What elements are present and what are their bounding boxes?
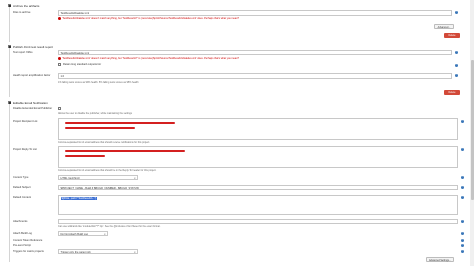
help-icon[interactable]: ? — [461, 244, 464, 247]
retain-output-checkbox[interactable] — [58, 63, 61, 66]
help-icon[interactable]: ? — [455, 74, 458, 77]
reply-to-label: Project Reply-To List — [13, 148, 37, 151]
help-icon[interactable]: ? — [461, 250, 464, 253]
help-icon[interactable]: ? — [461, 220, 464, 223]
help-icon[interactable]: ? — [455, 11, 458, 14]
default-subject-label: Default Subject — [13, 186, 31, 189]
attachments-input[interactable] — [58, 218, 458, 224]
pre-send-script-label: Pre-send Script — [13, 244, 31, 247]
error-icon — [58, 57, 61, 60]
archive-error-text: 'TestResults\tfoakdev.xml' doesn't match… — [62, 17, 240, 21]
help-icon[interactable]: ? — [461, 232, 464, 235]
files-to-archive-input[interactable]: TestResults\tfoakdev.xml — [58, 9, 452, 16]
archive-error-message: 'TestResults\tfoakdev.xml' doesn't match… — [58, 17, 239, 20]
redacted-text — [65, 150, 185, 152]
email-checkbox[interactable] — [8, 101, 11, 104]
default-content-label: Default Content — [13, 196, 32, 199]
section-divider — [9, 4, 10, 42]
content-type-label: Content Type — [13, 176, 29, 179]
files-to-archive-label: Files to archive — [13, 11, 31, 14]
recipient-list-note: Comma-separated list of email address th… — [58, 141, 150, 144]
junit-error-message: 'TestResults\tfoakdev.xml' doesn't match… — [58, 57, 239, 60]
recipient-list-label: Project Recipient List — [13, 120, 38, 123]
junit-error-text: 'TestResults\tfoakdev.xml' doesn't match… — [62, 57, 240, 61]
section-divider — [9, 47, 10, 97]
disable-publisher-label: Disable Extended Email Publisher — [13, 107, 53, 110]
default-content-textarea[interactable]: ${FILE, path="TestResults\..."} — [58, 194, 458, 215]
help-icon[interactable]: ? — [461, 176, 464, 179]
redacted-text — [65, 127, 135, 129]
disable-publisher-checkbox[interactable] — [58, 107, 61, 110]
archive-advanced-button[interactable]: Advanced... — [434, 24, 454, 29]
attach-build-log-select[interactable]: Do Not Attach Build Log — [58, 231, 108, 236]
advanced-settings-button[interactable]: Advanced Settings... — [426, 257, 454, 262]
recipient-list-textarea[interactable] — [58, 118, 458, 140]
help-icon[interactable]: ? — [461, 239, 464, 242]
content-token-reference-label: Content Token Reference — [13, 239, 43, 242]
reply-to-note: Comma-separated list of email address th… — [58, 169, 157, 172]
test-report-xmls-input[interactable]: TestResults\tfoakdev.xml — [58, 50, 452, 55]
section-divider — [9, 104, 10, 262]
health-amplification-note: 1% failing tests scores as 99% health. 5… — [58, 81, 139, 84]
attachments-note: Can use wildcards like 'module/dist/**/*… — [58, 225, 161, 228]
archive-delete-button[interactable]: Delete — [444, 33, 460, 38]
default-subject-input[interactable]: $PROJECT_NAME - Build # $BUILD_NUMBER - … — [58, 184, 458, 190]
help-icon[interactable]: ? — [461, 196, 464, 199]
help-icon[interactable]: ? — [455, 51, 458, 54]
help-icon[interactable]: ? — [461, 148, 464, 151]
reply-to-textarea[interactable] — [58, 146, 458, 168]
help-icon[interactable]: ? — [461, 186, 464, 189]
error-icon — [58, 17, 61, 20]
attach-build-log-label: Attach Build Log — [13, 232, 32, 235]
junit-delete-button[interactable]: Delete — [444, 90, 460, 95]
disable-publisher-note: Allows the user to disable the publisher… — [58, 112, 132, 115]
archive-checkbox[interactable] — [8, 4, 11, 7]
help-icon[interactable]: ? — [455, 64, 458, 67]
redacted-text — [65, 122, 175, 124]
attachments-label: Attachments — [13, 220, 28, 223]
content-type-select[interactable]: HTML (text/html) — [58, 174, 138, 180]
email-section-title: Editable Email Notification — [13, 101, 48, 105]
test-report-xmls-label: Test report XMLs — [13, 51, 33, 54]
redacted-text — [65, 155, 105, 157]
junit-checkbox[interactable] — [8, 45, 11, 48]
default-content-value: ${FILE, path="TestResults\..."} — [60, 196, 98, 200]
scrollbar-thumb[interactable] — [470, 60, 474, 200]
help-icon[interactable]: ? — [461, 120, 464, 123]
retain-output-label: Retain long standard output/error — [63, 63, 102, 66]
health-amplification-input[interactable]: 1.0 — [58, 72, 452, 79]
health-amplification-label: Health report amplification factor — [13, 74, 51, 77]
junit-section-title: Publish JUnit test result report — [13, 45, 54, 49]
matrix-trigger-select[interactable]: Trigger only the parent job — [58, 248, 138, 254]
archive-section-title: Archive the artifacts — [13, 3, 40, 8]
matrix-trigger-label: Triggers for matrix projects — [13, 250, 44, 253]
